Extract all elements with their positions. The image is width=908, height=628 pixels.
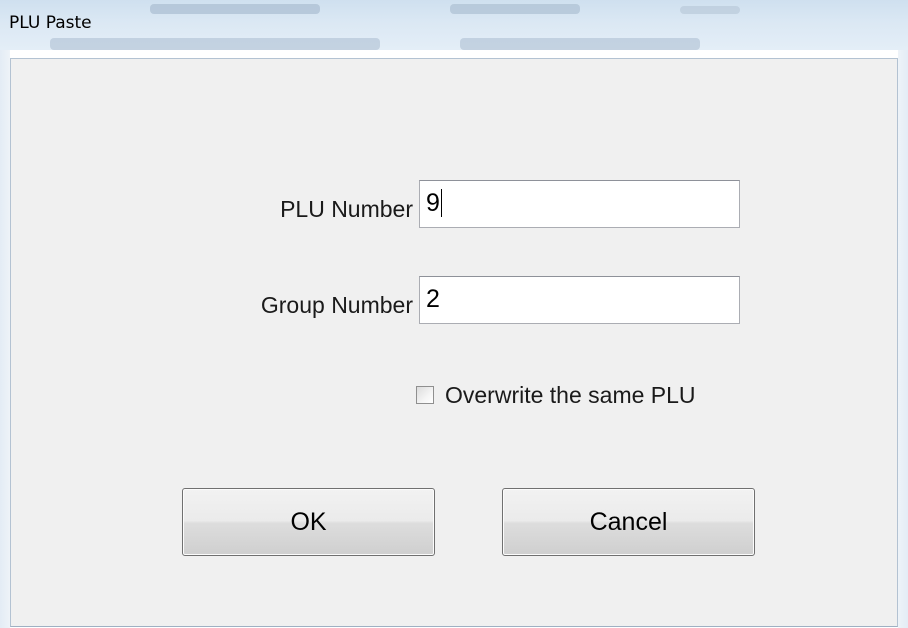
ok-button-label: OK xyxy=(290,507,327,536)
plu-number-value: 9 xyxy=(426,189,440,217)
overwrite-checkbox-label[interactable]: Overwrite the same PLU xyxy=(445,382,696,409)
group-number-value: 2 xyxy=(426,285,440,313)
window-title: PLU Paste xyxy=(9,13,92,33)
title-bar[interactable]: PLU Paste xyxy=(0,0,908,50)
plu-paste-dialog: PLU Paste PLU Number 9 Group Number 2 Ov… xyxy=(0,0,908,628)
cancel-button[interactable]: Cancel xyxy=(502,488,755,556)
plu-number-input[interactable]: 9 xyxy=(419,180,740,228)
ok-button[interactable]: OK xyxy=(182,488,435,556)
text-caret xyxy=(440,189,442,217)
overwrite-checkbox[interactable] xyxy=(416,386,434,404)
dialog-content: PLU Number 9 Group Number 2 Overwrite th… xyxy=(10,58,898,627)
window-frame-right xyxy=(898,50,908,628)
window-frame-left xyxy=(0,50,10,628)
group-number-label: Group Number xyxy=(260,292,413,318)
cancel-button-label: Cancel xyxy=(589,507,668,536)
plu-number-label: PLU Number xyxy=(280,196,413,222)
group-number-input[interactable]: 2 xyxy=(419,276,740,324)
